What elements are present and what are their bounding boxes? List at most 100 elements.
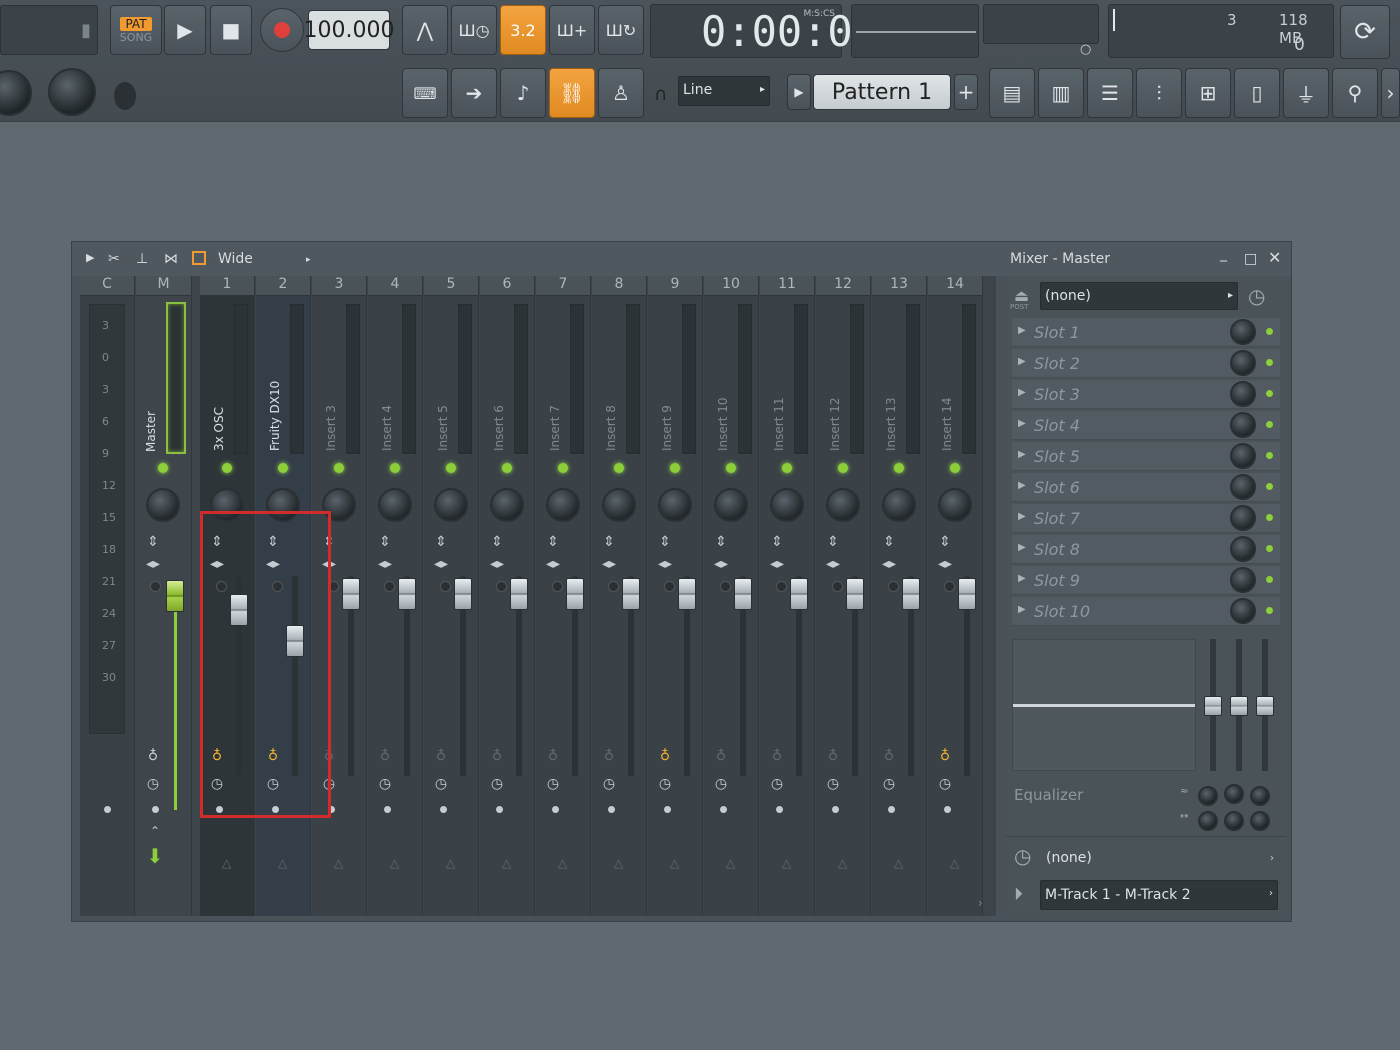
record-arm-icon[interactable]: ♁ xyxy=(543,748,563,764)
step-button[interactable]: ➔ xyxy=(451,68,497,118)
minimize-icon[interactable]: _ xyxy=(1220,246,1227,262)
channel-rack-button[interactable]: ☰ xyxy=(1087,68,1133,118)
route-triangle-icon[interactable]: △ xyxy=(502,856,511,870)
add-pattern-button[interactable]: + xyxy=(954,74,978,110)
phase-invert[interactable] xyxy=(776,581,787,592)
pin-icon[interactable]: ⊥ xyxy=(136,251,148,267)
insert-mute-led[interactable] xyxy=(670,463,680,473)
insert-mute-led[interactable] xyxy=(894,463,904,473)
out-none-label[interactable]: (none) xyxy=(1046,850,1092,866)
slot-mix-knob[interactable] xyxy=(1230,319,1256,345)
route-triangle-icon[interactable]: △ xyxy=(334,856,343,870)
tempo-display[interactable]: 100.000 xyxy=(304,10,395,50)
insert-dot[interactable] xyxy=(720,806,727,813)
route-triangle-icon[interactable]: △ xyxy=(390,856,399,870)
effect-slot[interactable]: ▶ Slot 5 xyxy=(1012,442,1280,471)
insert-strip[interactable]: 11 Insert 11 ⇕ ◂▸ ♁ ◷ △ xyxy=(760,276,815,916)
insert-mute-led[interactable] xyxy=(782,463,792,473)
slot-enable-led[interactable] xyxy=(1266,483,1273,490)
insert-mute-led[interactable] xyxy=(838,463,848,473)
stereo-separation-icon[interactable]: ⇕ xyxy=(767,534,787,550)
insert-strip[interactable]: 4 Insert 4 ⇕ ◂▸ ♁ ◷ △ xyxy=(368,276,423,916)
slot-enable-led[interactable] xyxy=(1266,390,1273,397)
eq-graph[interactable] xyxy=(1012,639,1196,771)
route-triangle-icon[interactable]: △ xyxy=(670,856,679,870)
insert-fader[interactable] xyxy=(510,578,528,610)
slot-mix-knob[interactable] xyxy=(1230,505,1256,531)
plugin-button[interactable]: ⏚ xyxy=(1283,68,1329,118)
insert-strip[interactable]: 7 Insert 7 ⇕ ◂▸ ♁ ◷ △ xyxy=(536,276,591,916)
slot-arrow-icon[interactable]: ▶ xyxy=(1018,449,1026,460)
insert-timer-icon[interactable]: ◷ xyxy=(487,776,507,792)
swap-channels-icon[interactable]: ◂▸ xyxy=(599,556,619,572)
swap-channels-icon[interactable]: ◂▸ xyxy=(767,556,787,572)
project-button[interactable]: ▯ xyxy=(1234,68,1280,118)
stereo-separation-icon[interactable]: ⇕ xyxy=(823,534,843,550)
route-triangle-icon[interactable]: △ xyxy=(222,856,231,870)
slot-enable-led[interactable] xyxy=(1266,607,1273,614)
slot-enable-led[interactable] xyxy=(1266,328,1273,335)
phase-invert[interactable] xyxy=(384,581,395,592)
insert-strip[interactable]: 12 Insert 12 ⇕ ◂▸ ♁ ◷ △ xyxy=(816,276,871,916)
insert-fader[interactable] xyxy=(902,578,920,610)
insert-pan-knob[interactable] xyxy=(826,488,860,522)
effect-slot[interactable]: ▶ Slot 4 xyxy=(1012,411,1280,440)
record-arm-icon[interactable]: ♁ xyxy=(879,748,899,764)
playlist-button[interactable]: ▤ xyxy=(989,68,1035,118)
slot-arrow-icon[interactable]: ▶ xyxy=(1018,325,1026,336)
insert-pan-knob[interactable] xyxy=(490,488,524,522)
swap-channels-icon[interactable]: ◂▸ xyxy=(655,556,675,572)
route-triangle-icon[interactable]: △ xyxy=(950,856,959,870)
record-arm-icon[interactable]: ♁ xyxy=(599,748,619,764)
master-strip[interactable]: M Master ⇕ ◂▸ ♁ ◷ ⌃ ⬇ xyxy=(136,276,192,916)
slot-mix-knob[interactable] xyxy=(1230,567,1256,593)
master-timer-icon[interactable]: ◷ xyxy=(143,776,163,792)
route-triangle-icon[interactable]: △ xyxy=(894,856,903,870)
master-pan-knob[interactable] xyxy=(146,488,180,522)
insert-strip[interactable]: 8 Insert 8 ⇕ ◂▸ ♁ ◷ △ xyxy=(592,276,647,916)
record-arm-icon[interactable]: ♁ xyxy=(431,748,451,764)
insert-timer-icon[interactable]: ◷ xyxy=(431,776,451,792)
step-edit-button[interactable]: Ш+ xyxy=(549,5,595,55)
view-mode-label[interactable]: Wide xyxy=(218,251,253,267)
eq-high-freq-knob[interactable] xyxy=(1250,786,1270,806)
record-arm-icon[interactable]: ♁ xyxy=(767,748,787,764)
slot-arrow-icon[interactable]: ▶ xyxy=(1018,604,1026,615)
touch-controller-button[interactable]: ⚲ xyxy=(1332,68,1378,118)
insert-mute-led[interactable] xyxy=(614,463,624,473)
master-stereo-icon[interactable]: ⇕ xyxy=(143,534,163,550)
insert-pan-knob[interactable] xyxy=(938,488,972,522)
metronome-button[interactable]: ⋀ xyxy=(402,5,448,55)
slot-mix-knob[interactable] xyxy=(1230,350,1256,376)
phase-invert[interactable] xyxy=(608,581,619,592)
insert-mute-led[interactable] xyxy=(222,463,232,473)
slot-arrow-icon[interactable]: ▶ xyxy=(1018,480,1026,491)
insert-mute-led[interactable] xyxy=(950,463,960,473)
effect-slot[interactable]: ▶ Slot 7 xyxy=(1012,504,1280,533)
stereo-separation-icon[interactable]: ⇕ xyxy=(599,534,619,550)
phase-invert[interactable] xyxy=(832,581,843,592)
pattern-prev-button[interactable]: ▶ xyxy=(787,74,811,110)
close-icon[interactable]: ✕ xyxy=(1268,248,1281,267)
stereo-separation-icon[interactable]: ⇕ xyxy=(711,534,731,550)
phase-invert[interactable] xyxy=(720,581,731,592)
slot-enable-led[interactable] xyxy=(1266,452,1273,459)
insert-strip[interactable]: 13 Insert 13 ⇕ ◂▸ ♁ ◷ △ xyxy=(872,276,927,916)
master-swap-icon[interactable]: ◂▸ xyxy=(143,556,163,572)
stereo-separation-icon[interactable]: ⇕ xyxy=(879,534,899,550)
phase-invert[interactable] xyxy=(944,581,955,592)
eq-mid-bw-knob[interactable] xyxy=(1224,811,1244,831)
insert-dot[interactable] xyxy=(888,806,895,813)
phase-invert[interactable] xyxy=(440,581,451,592)
route-icon[interactable]: ⋈ xyxy=(164,251,178,267)
swap-channels-icon[interactable]: ◂▸ xyxy=(823,556,843,572)
eq-low-bw-knob[interactable] xyxy=(1198,811,1218,831)
insert-timer-icon[interactable]: ◷ xyxy=(655,776,675,792)
insert-timer-icon[interactable]: ◷ xyxy=(879,776,899,792)
effect-slot[interactable]: ▶ Slot 10 xyxy=(1012,597,1280,626)
insert-timer-icon[interactable]: ◷ xyxy=(935,776,955,792)
stereo-separation-icon[interactable]: ⇕ xyxy=(655,534,675,550)
eq-low-freq-knob[interactable] xyxy=(1198,786,1218,806)
pat-song-toggle[interactable]: PAT SONG xyxy=(110,5,162,55)
record-arm-icon[interactable]: ♁ xyxy=(823,748,843,764)
